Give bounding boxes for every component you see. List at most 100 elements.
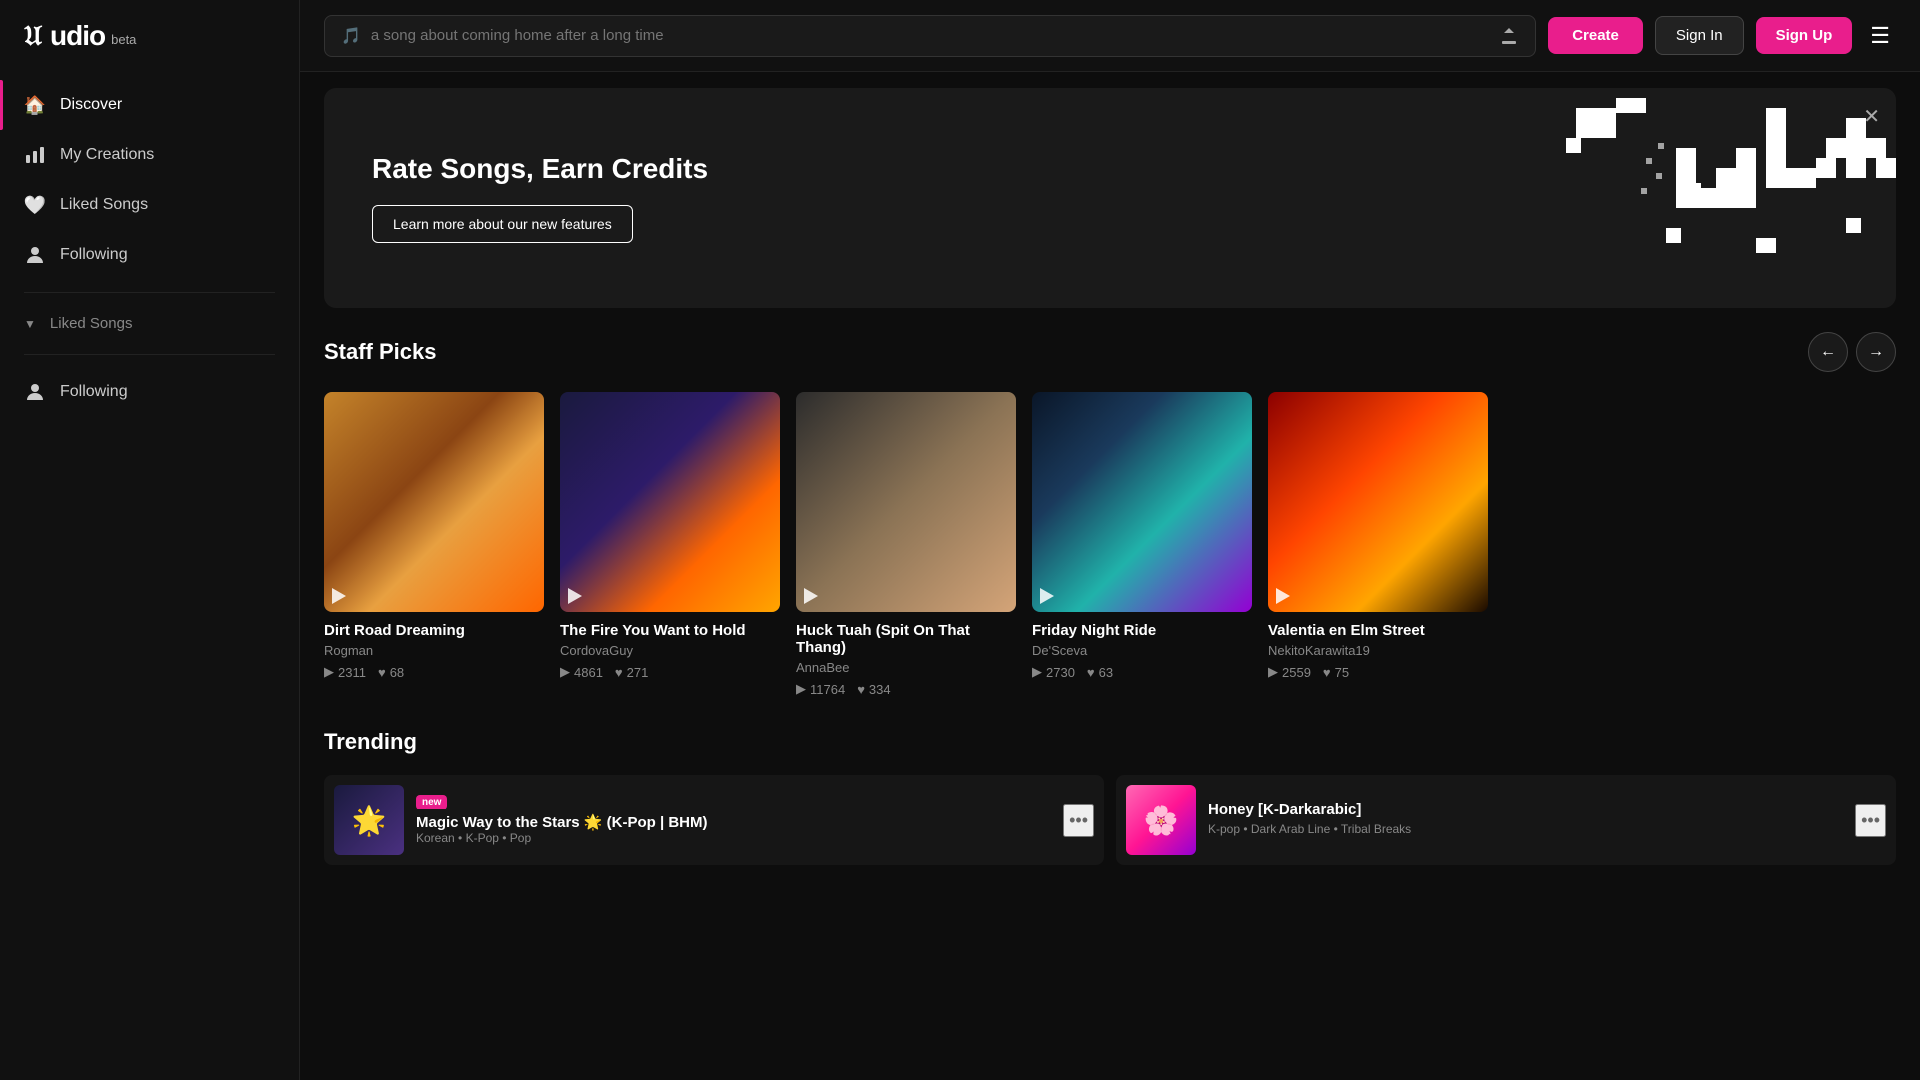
staff-pick-thumb-1 — [324, 392, 544, 612]
sidebar-following-sub[interactable]: Following — [0, 367, 299, 417]
hero-learn-more-button[interactable]: Learn more about our new features — [372, 205, 633, 243]
staff-pick-stats-1: ▶ 2311 ♥ 68 — [324, 664, 544, 680]
menu-button[interactable]: ☰ — [1864, 17, 1896, 55]
create-button[interactable]: Create — [1548, 17, 1643, 54]
staff-picks-header: Staff Picks ← → — [324, 324, 1896, 372]
play-icon-5: ▶ — [1268, 664, 1278, 680]
sidebar-following-sub-label: Following — [60, 383, 128, 401]
trending-item-1[interactable]: 🌟 new Magic Way to the Stars 🌟 (K-Pop | … — [324, 775, 1104, 865]
like-count-4: ♥ 63 — [1087, 664, 1113, 680]
trending-menu-2[interactable]: ••• — [1855, 804, 1886, 837]
like-count-val-3: 334 — [869, 682, 891, 697]
sidebar-item-following[interactable]: Following — [0, 230, 299, 280]
staff-pick-stats-5: ▶ 2559 ♥ 75 — [1268, 664, 1488, 680]
play-count-val-1: 2311 — [338, 665, 366, 680]
play-count-1: ▶ 2311 — [324, 664, 366, 680]
play-count-val-5: 2559 — [1282, 665, 1311, 680]
signin-button[interactable]: Sign In — [1655, 16, 1744, 55]
staff-picks-next-button[interactable]: → — [1856, 332, 1896, 372]
logo-icon: 𝔘 — [24, 20, 42, 53]
staff-pick-thumb-5 — [1268, 392, 1488, 612]
trending-thumb-emoji-2: 🌸 — [1144, 804, 1179, 837]
search-bar: 🎵 — [324, 15, 1536, 57]
trending-name-1: Magic Way to the Stars 🌟 (K-Pop | BHM) — [416, 813, 1051, 831]
sidebar-item-my-creations[interactable]: My Creations — [0, 130, 299, 180]
heart-icon-5: ♥ — [1323, 665, 1331, 680]
play-indicator-3 — [804, 588, 818, 604]
like-count-val-2: 271 — [627, 665, 649, 680]
trending-tags-1: Korean • K-Pop • Pop — [416, 831, 1051, 845]
trending-info-2: Honey [K-Darkarabic] K-pop • Dark Arab L… — [1208, 801, 1843, 840]
main-content: 🎵 Create Sign In Sign Up ☰ ✕ Rate Songs,… — [300, 0, 1920, 1080]
sidebar-item-my-creations-label: My Creations — [60, 146, 154, 164]
staff-picks-nav: ← → — [1808, 332, 1896, 372]
like-count-5: ♥ 75 — [1323, 664, 1349, 680]
play-count-5: ▶ 2559 — [1268, 664, 1311, 680]
staff-pick-artist-2: CordovaGuy — [560, 643, 780, 658]
play-indicator-5 — [1276, 588, 1290, 604]
topbar: 🎵 Create Sign In Sign Up ☰ — [300, 0, 1920, 72]
staff-pick-stats-3: ▶ 11764 ♥ 334 — [796, 681, 1016, 697]
sidebar-item-liked-songs-label: Liked Songs — [60, 196, 148, 214]
liked-songs-collapsed[interactable]: ▼ Liked Songs — [0, 305, 299, 342]
staff-pick-thumb-4 — [1032, 392, 1252, 612]
search-input[interactable] — [371, 27, 1489, 44]
play-indicator-1 — [332, 588, 346, 604]
staff-pick-thumb-2 — [560, 392, 780, 612]
sidebar-item-liked-songs[interactable]: 🤍 Liked Songs — [0, 180, 299, 230]
signup-button[interactable]: Sign Up — [1756, 17, 1853, 54]
staff-pick-card-5[interactable]: Valentia en Elm Street NekitoKarawita19 … — [1268, 392, 1488, 697]
trending-name-2: Honey [K-Darkarabic] — [1208, 801, 1843, 818]
hero-decoration — [1196, 88, 1896, 308]
trending-thumb-1: 🌟 — [334, 785, 404, 855]
logo-beta: beta — [111, 32, 136, 47]
trending-tags-2: K-pop • Dark Arab Line • Tribal Breaks — [1208, 822, 1843, 836]
heart-icon-1: ♥ — [378, 665, 386, 680]
play-count-4: ▶ 2730 — [1032, 664, 1075, 680]
staff-pick-thumb-3 — [796, 392, 1016, 612]
trending-info-1: new Magic Way to the Stars 🌟 (K-Pop | BH… — [416, 792, 1051, 849]
staff-pick-card-1[interactable]: Dirt Road Dreaming Rogman ▶ 2311 ♥ 68 — [324, 392, 544, 697]
sidebar-item-discover[interactable]: 🏠 Discover — [0, 80, 299, 130]
staff-pick-stats-2: ▶ 4861 ♥ 271 — [560, 664, 780, 680]
new-badge-1: new — [416, 795, 447, 809]
staff-pick-card-3[interactable]: Huck Tuah (Spit On That Thang) AnnaBee ▶… — [796, 392, 1016, 697]
logo[interactable]: 𝔘 udio beta — [0, 0, 299, 72]
staff-pick-card-2[interactable]: The Fire You Want to Hold CordovaGuy ▶ 4… — [560, 392, 780, 697]
like-count-2: ♥ 271 — [615, 664, 648, 680]
home-icon: 🏠 — [24, 94, 46, 116]
staff-pick-card-4[interactable]: Friday Night Ride De'Sceva ▶ 2730 ♥ 63 — [1032, 392, 1252, 697]
staff-picks-prev-button[interactable]: ← — [1808, 332, 1848, 372]
play-indicator-4 — [1040, 588, 1054, 604]
staff-pick-artist-3: AnnaBee — [796, 660, 1016, 675]
staff-picks-title: Staff Picks — [324, 339, 437, 365]
play-count-3: ▶ 11764 — [796, 681, 845, 697]
heart-icon-2: ♥ — [615, 665, 623, 680]
sidebar: 𝔘 udio beta 🏠 Discover My Creations 🤍 Li… — [0, 0, 300, 1080]
staff-pick-artist-1: Rogman — [324, 643, 544, 658]
sidebar-item-following-label: Following — [60, 246, 128, 264]
chart-icon — [24, 144, 46, 166]
trending-section: Trending 🌟 new Magic Way to the Stars 🌟 … — [300, 721, 1920, 889]
person-icon — [24, 244, 46, 266]
trending-item-2[interactable]: 🌸 Honey [K-Darkarabic] K-pop • Dark Arab… — [1116, 775, 1896, 865]
play-icon-3: ▶ — [796, 681, 806, 697]
trending-list: 🌟 new Magic Way to the Stars 🌟 (K-Pop | … — [324, 775, 1896, 865]
heart-icon-4: ♥ — [1087, 665, 1095, 680]
staff-pick-artist-4: De'Sceva — [1032, 643, 1252, 658]
play-icon-4: ▶ — [1032, 664, 1042, 680]
person-following-icon — [24, 381, 46, 403]
sidebar-divider-2 — [24, 354, 275, 355]
play-count-val-3: 11764 — [810, 682, 845, 697]
play-icon-2: ▶ — [560, 664, 570, 680]
sidebar-divider — [24, 292, 275, 293]
sidebar-item-discover-label: Discover — [60, 96, 122, 114]
play-count-2: ▶ 4861 — [560, 664, 603, 680]
upload-button[interactable] — [1499, 26, 1519, 46]
trending-thumb-emoji-1: 🌟 — [352, 804, 387, 837]
trending-title-1: new — [416, 792, 1051, 809]
staff-pick-title-2: The Fire You Want to Hold — [560, 622, 780, 639]
trending-menu-1[interactable]: ••• — [1063, 804, 1094, 837]
trending-header: Trending — [324, 721, 1896, 755]
wand-icon: 🎵 — [341, 26, 361, 46]
